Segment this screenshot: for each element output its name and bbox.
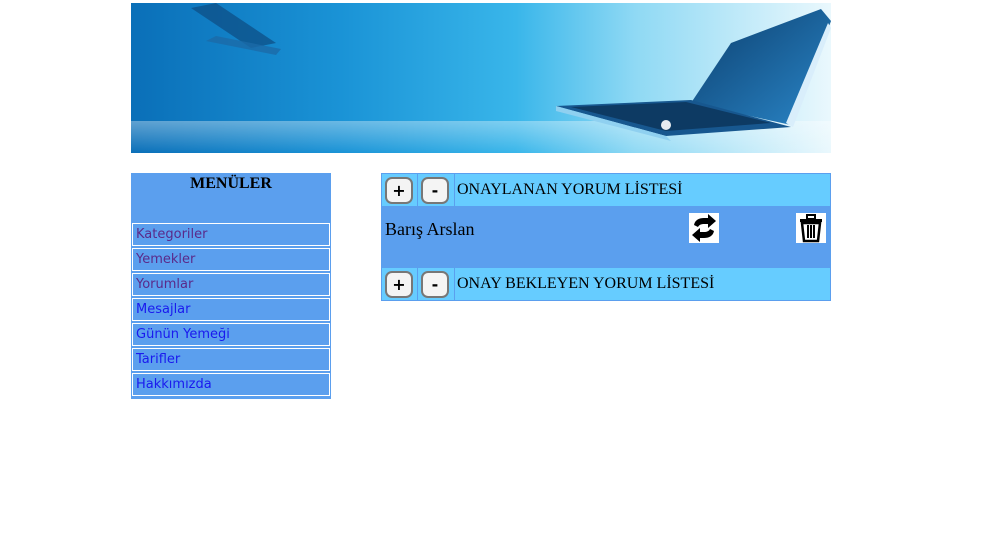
menu-item-yorumlar[interactable]: Yorumlar bbox=[132, 273, 330, 296]
expand-pending-button[interactable]: + bbox=[385, 271, 413, 298]
approved-comments-header: + - ONAYLANAN YORUM LİSTESİ bbox=[381, 173, 831, 207]
menu-item-kategoriler[interactable]: Kategoriler bbox=[132, 223, 330, 246]
menu-item-gunun-yemegi[interactable]: Günün Yemeği bbox=[132, 323, 330, 346]
menu-item-label[interactable]: Hakkımızda bbox=[136, 377, 212, 392]
refresh-icon bbox=[692, 214, 716, 242]
menu-item-label[interactable]: Yemekler bbox=[136, 252, 195, 267]
sidebar-menu: MENÜLER Kategoriler Yemekler Yorumlar Me… bbox=[131, 173, 331, 399]
pending-comments-header: + - ONAY BEKLEYEN YORUM LİSTESİ bbox=[381, 267, 831, 301]
menu-item-label[interactable]: Kategoriler bbox=[136, 227, 207, 242]
menu-item-hakkimizda[interactable]: Hakkımızda bbox=[132, 373, 330, 396]
refresh-icon[interactable] bbox=[689, 213, 719, 243]
menu-item-label[interactable]: Tarifler bbox=[136, 352, 180, 367]
menu-title: MENÜLER bbox=[190, 175, 272, 192]
trash-icon[interactable] bbox=[796, 213, 826, 243]
collapse-pending-button[interactable]: - bbox=[421, 271, 449, 298]
comment-author: Barış Arslan bbox=[385, 219, 475, 239]
pending-comments-title: ONAY BEKLEYEN YORUM LİSTESİ bbox=[457, 275, 715, 292]
header-banner bbox=[131, 3, 831, 153]
menu-item-label[interactable]: Yorumlar bbox=[136, 277, 193, 292]
menu-item-label[interactable]: Mesajlar bbox=[136, 302, 191, 317]
menu-item-mesajlar[interactable]: Mesajlar bbox=[132, 298, 330, 321]
expand-approved-button[interactable]: + bbox=[385, 177, 413, 204]
comments-panel: + - ONAYLANAN YORUM LİSTESİ Barış Arslan… bbox=[381, 173, 831, 301]
menu-item-label[interactable]: Günün Yemeği bbox=[136, 327, 230, 342]
menu-item-tarifler[interactable]: Tarifler bbox=[132, 348, 330, 371]
menu-item-yemekler[interactable]: Yemekler bbox=[132, 248, 330, 271]
laptop-banner-image bbox=[131, 3, 831, 153]
menu-list: Kategoriler Yemekler Yorumlar Mesajlar G… bbox=[132, 223, 330, 398]
collapse-approved-button[interactable]: - bbox=[421, 177, 449, 204]
approved-comments-title: ONAYLANAN YORUM LİSTESİ bbox=[457, 181, 683, 198]
trash-icon bbox=[800, 214, 822, 243]
